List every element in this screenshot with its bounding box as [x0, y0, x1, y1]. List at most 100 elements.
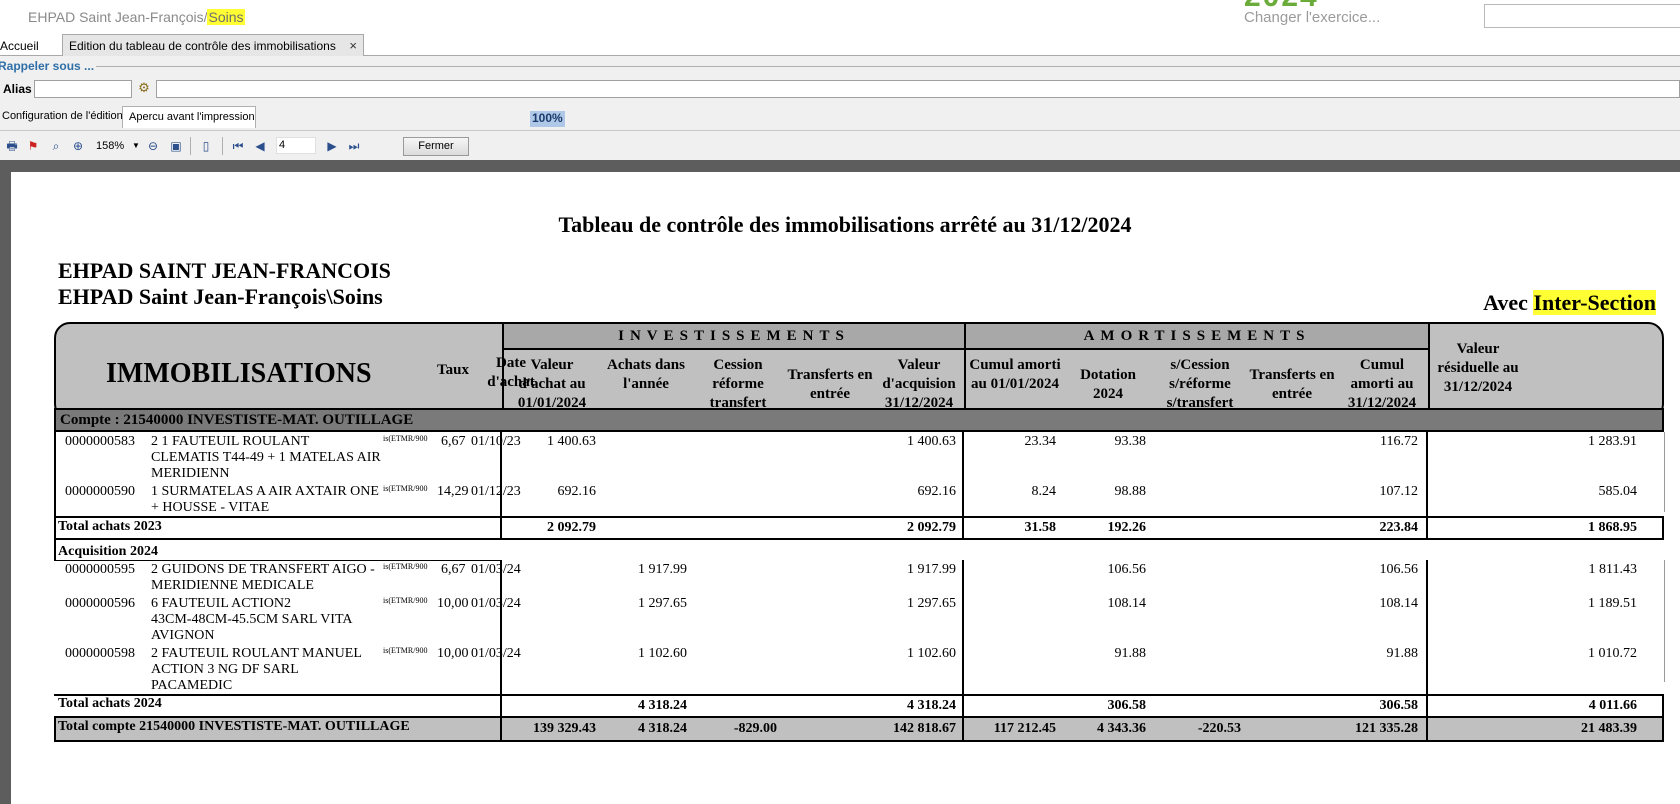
next-page-icon[interactable]: ▶ [324, 138, 340, 154]
dotation: 306.58 [1107, 698, 1147, 713]
tab-config[interactable]: Configuration de l'édition [2, 110, 123, 122]
breadcrumb-current[interactable]: Soins [207, 9, 245, 25]
separator [222, 137, 223, 155]
divider [500, 516, 502, 540]
zoom-badge: 100% [530, 111, 565, 127]
residuelle: 1 868.95 [1588, 520, 1637, 535]
asset-desc-line: 43CM-48CM-45.5CM SARL VITA [151, 612, 353, 627]
achats: 1 917.99 [638, 562, 687, 577]
report-page: Tableau de contrôle des immobilisations … [11, 172, 1680, 804]
pdf-icon[interactable]: ⚑ [25, 138, 41, 154]
valeur-acq: 1 400.63 [907, 434, 956, 449]
divider [962, 716, 964, 742]
cumul-31: 108.14 [1379, 596, 1419, 611]
divider [504, 348, 1428, 350]
cumul-01: 117 212.45 [993, 721, 1056, 736]
book-icon[interactable]: ▯ [198, 138, 214, 154]
valeur-acq: 4 318.24 [907, 698, 956, 713]
valeur-achat: 692.16 [557, 484, 597, 499]
residuelle: 1 811.43 [1588, 562, 1637, 577]
acquisition-label: Acquisition 2024 [58, 544, 158, 559]
change-exercise-link[interactable]: Changer l'exercice... [1244, 9, 1380, 26]
asset-date: 01/03/24 [471, 562, 521, 577]
valeur-achat: 139 329.43 [533, 721, 596, 736]
col-valeur-achat: Valeur d'achat au 01/01/2024 [517, 357, 587, 411]
asset-code: 0000000595 [65, 562, 135, 577]
breadcrumb-base[interactable]: EHPAD Saint Jean-François/ [28, 9, 207, 25]
asset-desc-line: PACAMEDIC [151, 678, 233, 693]
last-page-icon[interactable]: ⏭ [346, 138, 362, 154]
tab-preview[interactable]: Apercu avant l'impression [122, 106, 256, 128]
divider [962, 516, 964, 540]
asset-date: 01/03/24 [471, 646, 521, 661]
tab-strip: Accueil Edition du tableau de contrôle d… [0, 34, 1680, 56]
account-label: Compte : 21540000 INVESTISTE-MAT. OUTILL… [60, 412, 414, 428]
asset-desc-line: ACTION 3 NG DF SARL [151, 662, 299, 677]
residuelle: 1 283.91 [1588, 434, 1637, 449]
asset-desc-line: + HOUSSE - VITAE [151, 500, 270, 515]
find-icon[interactable]: ⌕ [48, 138, 64, 154]
asset-taux: 10,00 [437, 596, 469, 611]
breadcrumb: EHPAD Saint Jean-François/Soins [28, 9, 245, 25]
dotation: 108.14 [1107, 596, 1147, 611]
fit-page-icon[interactable]: ▣ [168, 138, 184, 154]
tab-edition[interactable]: Edition du tableau de contrôle des immob… [62, 34, 364, 56]
asset-desc-line: 2 GUIDONS DE TRANSFERT AIGO - [151, 562, 375, 577]
report-title: Tableau de contrôle des immobilisations … [558, 212, 1132, 237]
chevron-down-icon[interactable]: ▼ [132, 138, 140, 154]
cumul-01: 23.34 [1024, 434, 1057, 449]
asset-tag: is(ETMR/900 [383, 562, 428, 571]
prev-page-icon[interactable]: ◀ [252, 138, 268, 154]
divider [1426, 716, 1428, 742]
cumul-31: 107.12 [1379, 484, 1419, 499]
asset-tag: is(ETMR/900 [383, 434, 428, 443]
col-valeur-residuelle: Valeur résiduelle au 31/12/2024 [1437, 341, 1519, 395]
residuelle: 1 010.72 [1588, 646, 1637, 661]
asset-tag: is(ETMR/900 [383, 484, 428, 493]
intersection-label: Avec Inter-Section [1483, 290, 1656, 316]
global-search-input[interactable] [1484, 4, 1680, 28]
valeur-acq: 1 102.60 [907, 646, 956, 661]
divider [500, 560, 502, 682]
asset-desc-line: AVIGNON [151, 628, 215, 643]
tab-home[interactable]: Accueil [0, 39, 39, 53]
first-page-icon[interactable]: ⏮ [230, 138, 246, 154]
alias-input[interactable] [34, 80, 132, 98]
s-cession: -220.53 [1197, 721, 1241, 736]
tab-edition-label: Edition du tableau de contrôle des immob… [69, 39, 336, 53]
dotation: 93.38 [1114, 434, 1147, 449]
asset-desc-line: MERIDIENN [151, 466, 230, 481]
col-achats-annee: Achats dans l'année [607, 357, 685, 392]
subtab-row: Configuration de l'édition Apercu avant … [0, 104, 1680, 128]
zoom-out-icon[interactable]: ⊖ [145, 138, 161, 154]
alias-description-field[interactable] [156, 80, 1680, 98]
recall-row: Rappeler sous ... [0, 57, 1680, 75]
page-number-input[interactable]: 4 [276, 137, 316, 154]
asset-taux: 14,29 [437, 484, 469, 499]
asset-date: 01/03/24 [471, 596, 521, 611]
immobilisations-header: IMMOBILISATIONS [106, 358, 372, 389]
recall-link[interactable]: Rappeler sous ... [0, 59, 94, 73]
close-icon[interactable]: × [349, 38, 357, 53]
cumul-01: 31.58 [1024, 520, 1057, 535]
cumul-31: 306.58 [1379, 698, 1419, 713]
total-row [54, 694, 1664, 718]
divider [500, 716, 502, 742]
cumul-31: 106.56 [1379, 562, 1419, 577]
cumul-31: 223.84 [1379, 520, 1419, 535]
asset-tag: is(ETMR/900 [383, 646, 428, 655]
col-valeur-acq: Valeur d'acquision 31/12/2024 [882, 357, 956, 411]
zoom-icon[interactable]: ⊕ [70, 138, 86, 154]
lookup-icon[interactable]: ⚙ [136, 80, 152, 96]
close-button[interactable]: Fermer [403, 137, 469, 156]
account-header: Compte : 21540000 INVESTISTE-MAT. OUTILL… [54, 408, 1664, 432]
preview-area: Tableau de contrôle des immobilisations … [0, 160, 1680, 804]
print-icon[interactable]: 🖶 [4, 138, 20, 154]
valeur-acq: 2 092.79 [907, 520, 956, 535]
cumul-31: 91.88 [1386, 646, 1419, 661]
amortissements-band: AMORTISSEMENTS [966, 324, 1428, 348]
asset-code: 0000000583 [65, 434, 135, 449]
divider [54, 540, 56, 560]
divider [500, 682, 502, 718]
residuelle: 4 011.66 [1588, 698, 1637, 713]
